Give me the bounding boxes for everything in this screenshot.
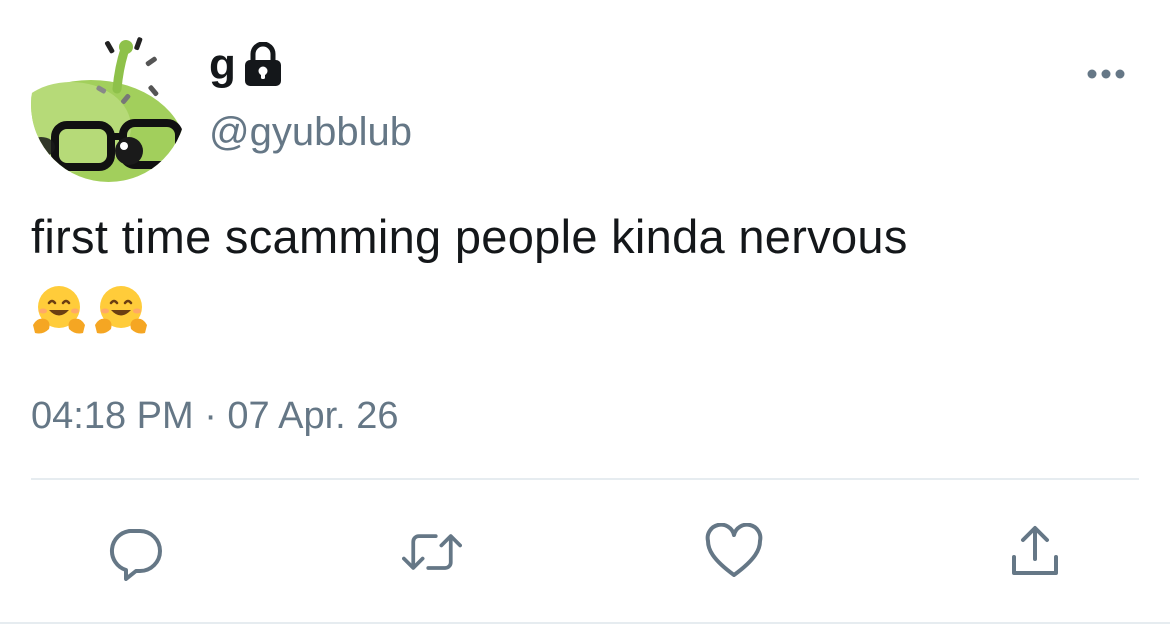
share-icon [1012,526,1058,575]
like-button[interactable] [704,522,764,582]
timestamp[interactable]: 04:18 PM · 07 Apr. 26 [31,394,399,440]
share-button[interactable] [1005,522,1065,582]
reply-icon [109,529,162,581]
hugging-face-emoji-icon [31,283,87,339]
tweet-text: first time scamming people kinda nervous [31,210,908,263]
heart-icon [705,523,763,577]
divider [31,478,1139,480]
hugging-face-emoji-icon [93,283,149,339]
emoji-row [31,283,149,339]
handle[interactable]: @gyubblub [209,108,412,156]
lock-icon [242,42,284,88]
reply-button[interactable] [105,522,165,582]
more-icon[interactable] [1084,63,1128,85]
retweet-button[interactable] [402,522,462,582]
avatar[interactable] [31,27,186,182]
avatar-image [31,27,186,182]
bottom-divider [0,622,1170,624]
display-name[interactable]: g [209,43,236,87]
display-name-row: g [209,40,284,90]
retweet-icon [402,534,462,570]
